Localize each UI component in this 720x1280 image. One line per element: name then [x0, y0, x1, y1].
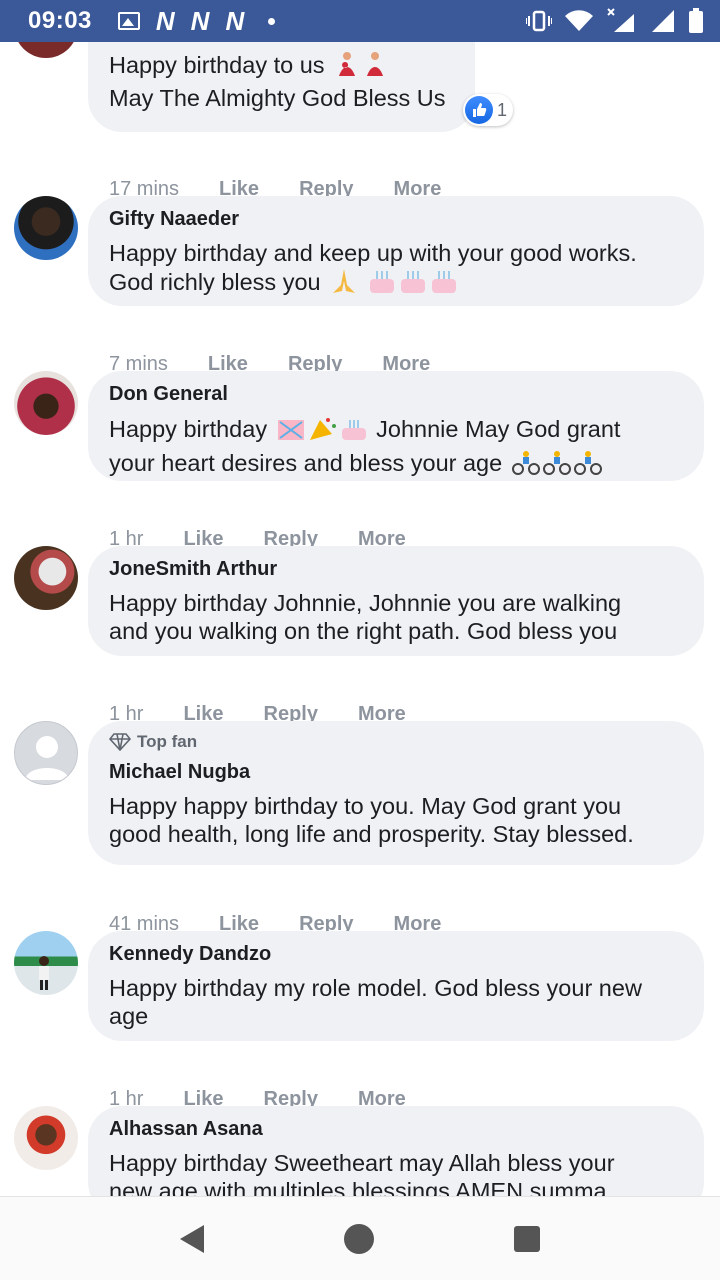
reaction-count[interactable]: 1: [462, 94, 513, 126]
wifi-icon: [565, 10, 593, 32]
comment-bubble[interactable]: Top fan Michael Nugba Happy happy birthd…: [88, 721, 704, 865]
comment-bubble[interactable]: JoneSmith Arthur Happy birthday Johnnie,…: [88, 546, 704, 656]
comment-bubble[interactable]: Don General Happy birthday Johnnie May G…: [88, 371, 704, 481]
cyclist-icon: [511, 448, 605, 482]
status-time: 09:03: [28, 7, 92, 34]
signal-icon: [652, 10, 674, 32]
comment-author[interactable]: Michael Nugba: [109, 759, 682, 785]
party-popper-icon: [276, 414, 370, 448]
avatar[interactable]: [14, 371, 78, 435]
battery-icon: [689, 8, 703, 33]
comment-text: Happy birthday to us May The Almighty Go…: [109, 50, 453, 112]
top-fan-badge: Top fan: [109, 731, 682, 753]
notification-icons: N N N: [117, 5, 276, 37]
signal-x-icon: [607, 8, 634, 32]
avatar[interactable]: [14, 546, 78, 610]
n-notification-icon: N: [225, 5, 245, 36]
avatar[interactable]: [14, 42, 78, 58]
comment-author[interactable]: Gifty Naaeder: [109, 206, 682, 232]
comments-list[interactable]: Adomaba Adwoa Serwaa Happy birthday to u…: [0, 42, 720, 1196]
dancer-emoji-icon: [333, 50, 389, 84]
navigation-bar: [0, 1196, 720, 1280]
comment-text: Happy birthday and keep up with your goo…: [109, 239, 682, 301]
comment-text: Happy birthday Johnnie, Johnnie you are …: [109, 590, 622, 644]
back-button-icon[interactable]: [180, 1224, 204, 1253]
comment-author[interactable]: JoneSmith Arthur: [109, 556, 682, 582]
comment-author[interactable]: Alhassan Asana: [109, 1116, 682, 1142]
image-notification-icon: [117, 12, 140, 30]
avatar[interactable]: [14, 1106, 78, 1170]
n-notification-icon: N: [190, 5, 210, 36]
recents-button-icon[interactable]: [514, 1225, 540, 1252]
avatar[interactable]: [14, 196, 78, 260]
comment-bubble[interactable]: Gifty Naaeder Happy birthday and keep up…: [88, 196, 704, 306]
more-notifications-dot-icon: [268, 17, 276, 25]
comment-bubble[interactable]: Adomaba Adwoa Serwaa Happy birthday to u…: [88, 42, 513, 132]
diamond-icon: [109, 733, 131, 751]
comment-text: Happy happy birthday to you. May God gra…: [109, 793, 634, 847]
comment-text: Happy birthday Johnnie May God grant you…: [109, 414, 682, 482]
system-icons: [526, 8, 704, 34]
comment-bubble[interactable]: Kennedy Dandzo Happy birthday my role mo…: [88, 931, 704, 1041]
avatar[interactable]: [14, 931, 78, 995]
comment-text: Happy birthday my role model. God bless …: [109, 975, 642, 1029]
comment-text: Happy birthday Sweetheart may Allah bles…: [109, 1150, 615, 1196]
status-bar: 09:03 N N N: [0, 0, 720, 42]
home-button-icon[interactable]: [344, 1223, 374, 1254]
comment-author[interactable]: Don General: [109, 381, 682, 407]
comment-author[interactable]: Kennedy Dandzo: [109, 941, 682, 967]
n-notification-icon: N: [155, 5, 175, 36]
praying-hands-icon: [329, 267, 359, 301]
birthday-cake-icon: [368, 267, 458, 301]
comment-bubble[interactable]: Alhassan Asana Happy birthday Sweetheart…: [88, 1106, 704, 1196]
thumbs-up-icon: [464, 96, 493, 124]
vibrate-icon: [526, 10, 552, 32]
default-avatar[interactable]: [14, 721, 78, 785]
